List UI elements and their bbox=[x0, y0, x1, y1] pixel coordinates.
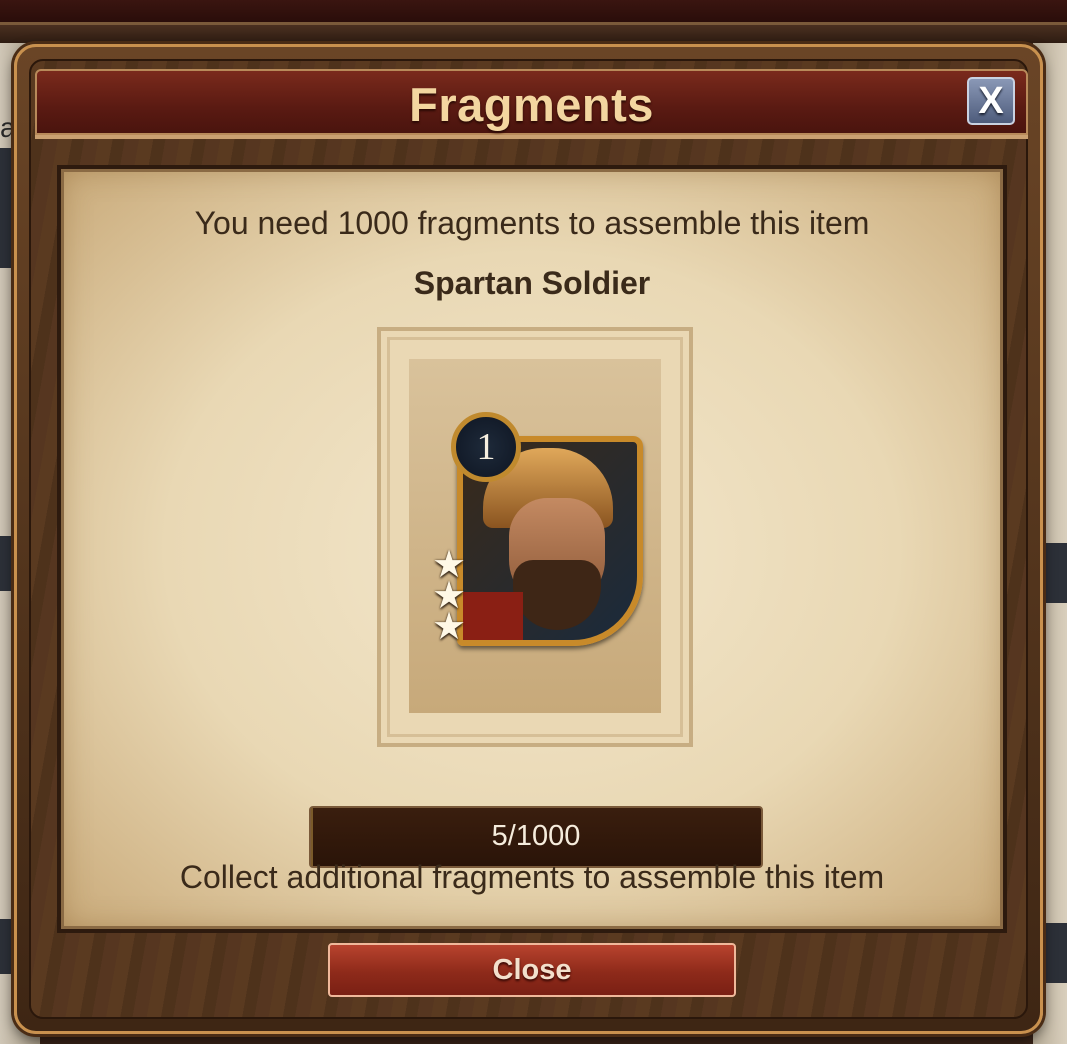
close-x-button[interactable]: X bbox=[967, 77, 1015, 125]
title-divider bbox=[35, 135, 1028, 139]
level-badge: 1 bbox=[451, 412, 521, 482]
beard-shape bbox=[513, 560, 601, 630]
cloak-shape bbox=[463, 592, 523, 640]
close-button[interactable]: Close bbox=[328, 943, 736, 997]
background-top-bar bbox=[0, 0, 1067, 25]
close-icon: X bbox=[978, 80, 1004, 122]
dialog-title: Fragments bbox=[409, 78, 654, 131]
star-icon: ★ bbox=[431, 606, 467, 648]
dialog-title-bar: Fragments bbox=[35, 69, 1028, 135]
collect-hint-text: Collect additional fragments to assemble… bbox=[179, 859, 885, 895]
requirement-text: You need 1000 fragments to assemble this… bbox=[194, 205, 870, 241]
progress-label: 5/1000 bbox=[491, 820, 581, 852]
content-panel: You need 1000 fragments to assemble this… bbox=[57, 165, 1007, 933]
item-name: Spartan Soldier bbox=[413, 265, 651, 301]
background-strip bbox=[0, 25, 1067, 43]
fragments-dialog: Fragments X You need 1000 fragments to a… bbox=[14, 44, 1043, 1034]
